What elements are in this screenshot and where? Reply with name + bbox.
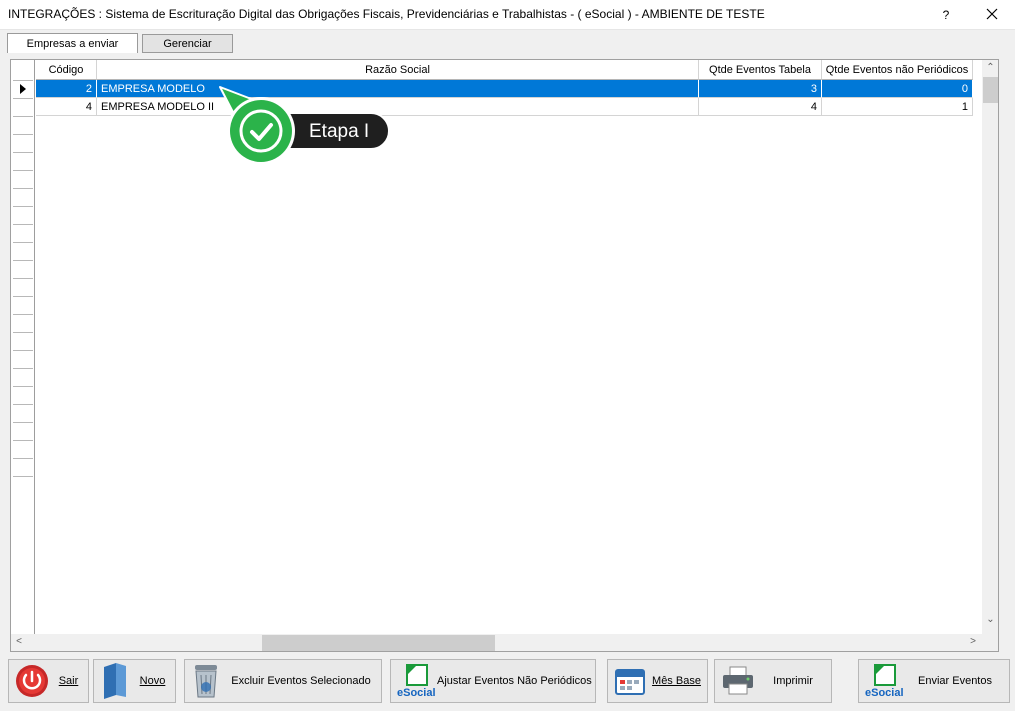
enviar-eventos-label: Enviar Eventos	[918, 675, 992, 687]
row-header-divider	[13, 242, 33, 243]
column-header-razao-social[interactable]: Razão Social	[97, 60, 699, 80]
esocial-logo-text: eSocial	[397, 687, 436, 699]
row-header-divider	[13, 170, 33, 171]
row-header-divider	[13, 404, 33, 405]
ajustar-eventos-label: Ajustar Eventos Não Periódicos	[437, 675, 592, 687]
scroll-right-arrow[interactable]: >	[967, 636, 979, 647]
enviar-eventos-button[interactable]: eSocial Enviar Eventos	[858, 659, 1010, 703]
row-header-divider	[13, 134, 33, 135]
cell-qtde-tabela: 4	[699, 98, 822, 116]
cell-qtde-tabela: 3	[699, 80, 822, 98]
esocial-logo: eSocial	[397, 661, 436, 701]
help-button[interactable]: ?	[930, 0, 962, 30]
row-header-divider	[13, 188, 33, 189]
calendar-icon	[615, 669, 645, 695]
row-header-divider	[13, 386, 33, 387]
mes-base-button[interactable]: Mês Base	[607, 659, 708, 703]
imprimir-button[interactable]: Imprimir	[714, 659, 832, 703]
trash-icon	[195, 665, 217, 698]
novo-label: Novo	[139, 675, 166, 687]
row-header-column	[11, 60, 35, 634]
etapa-label: Etapa I	[309, 121, 370, 142]
esocial-logo: eSocial	[865, 661, 904, 701]
esocial-document-icon	[406, 664, 428, 686]
mes-base-label: Mês Base	[652, 675, 701, 687]
empresas-grid[interactable]: Código Razão Social Qtde Eventos Tabela …	[10, 59, 999, 652]
column-header-qtde-eventos-nao-periodicos[interactable]: Qtde Eventos não Periódicos	[822, 60, 973, 80]
vertical-scroll-thumb[interactable]	[983, 77, 998, 103]
power-icon	[16, 665, 48, 697]
row-header-divider	[13, 206, 33, 207]
close-icon	[986, 8, 998, 20]
tab-empresas-a-enviar[interactable]: Empresas a enviar	[7, 33, 138, 53]
esocial-document-icon	[874, 664, 896, 686]
etapa-callout: Etapa I	[214, 84, 394, 170]
scroll-up-arrow[interactable]: ⌃	[982, 62, 998, 73]
row-header-divider	[13, 278, 33, 279]
window-title: INTEGRAÇÕES : Sistema de Escrituração Di…	[8, 7, 765, 21]
row-header-divider	[13, 440, 33, 441]
row-header-divider	[13, 458, 33, 459]
imprimir-label: Imprimir	[773, 675, 813, 687]
row-header-divider	[13, 98, 33, 99]
row-header-divider	[13, 224, 33, 225]
column-header-codigo[interactable]: Código	[36, 60, 97, 80]
row-header-divider	[13, 152, 33, 153]
cell-razao-social: EMPRESA MODELO	[97, 80, 699, 98]
ajustar-eventos-button[interactable]: eSocial Ajustar Eventos Não Periódicos	[390, 659, 596, 703]
tab-gerenciar[interactable]: Gerenciar	[142, 34, 233, 53]
row-header-divider	[13, 116, 33, 117]
excluir-eventos-button[interactable]: Excluir Eventos Selecionado	[184, 659, 382, 703]
check-icon	[250, 123, 273, 141]
novo-button[interactable]: Novo	[93, 659, 176, 703]
row-header-divider	[13, 476, 33, 477]
cell-razao-social: EMPRESA MODELO II	[97, 98, 699, 116]
table-row[interactable]: 2 EMPRESA MODELO 3 0	[36, 80, 983, 98]
title-bar: INTEGRAÇÕES : Sistema de Escrituração Di…	[0, 0, 1015, 30]
excluir-eventos-label: Excluir Eventos Selecionado	[231, 675, 371, 687]
sair-button[interactable]: Sair	[8, 659, 89, 703]
vertical-scrollbar[interactable]: ⌃ ⌄	[982, 60, 998, 634]
row-header-divider	[13, 422, 33, 423]
table-row[interactable]: 4 EMPRESA MODELO II 4 1	[36, 98, 983, 116]
cell-codigo: 4	[36, 98, 97, 116]
esocial-logo-text: eSocial	[865, 687, 904, 699]
scroll-left-arrow[interactable]: <	[13, 636, 25, 647]
row-header-divider	[13, 260, 33, 261]
cell-qtde-nao-periodicos: 0	[822, 80, 973, 98]
row-header-divider	[13, 350, 33, 351]
horizontal-scrollbar[interactable]: < >	[11, 634, 998, 651]
column-header-qtde-eventos-tabela[interactable]: Qtde Eventos Tabela	[699, 60, 822, 80]
sair-label: Sair	[58, 675, 79, 687]
row-header-divider	[13, 80, 33, 81]
row-header-divider	[13, 368, 33, 369]
new-document-icon	[104, 663, 126, 699]
scroll-down-arrow[interactable]: ⌄	[982, 614, 998, 625]
horizontal-scroll-thumb[interactable]	[262, 635, 495, 651]
row-header-divider	[13, 332, 33, 333]
current-row-indicator-icon	[20, 84, 26, 94]
close-button[interactable]	[970, 0, 1015, 30]
cell-qtde-nao-periodicos: 1	[822, 98, 973, 116]
printer-icon	[723, 666, 753, 695]
row-header-divider	[13, 296, 33, 297]
row-header-divider	[13, 314, 33, 315]
cell-codigo: 2	[36, 80, 97, 98]
